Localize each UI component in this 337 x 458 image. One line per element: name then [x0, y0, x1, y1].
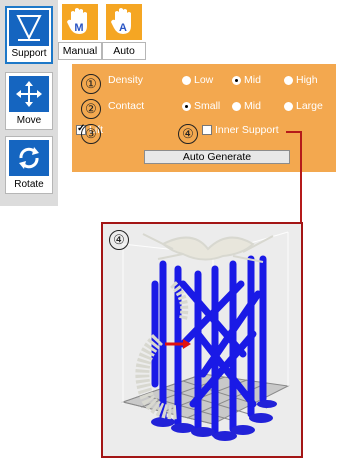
inner-support-label: Inner Support: [215, 124, 279, 136]
manual-mode-button[interactable]: M Manual: [58, 4, 102, 60]
callout-1: ①: [81, 74, 101, 94]
support-model-render: [121, 231, 290, 441]
contact-label: Contact: [108, 100, 145, 112]
support-icon: [9, 10, 49, 46]
svg-text:A: A: [119, 22, 127, 34]
radio-selected-icon: [232, 75, 241, 85]
auto-mode-label: Auto: [102, 42, 146, 60]
manual-mode-label: Manual: [58, 42, 102, 60]
callout-2: ②: [81, 99, 101, 119]
contact-option-small[interactable]: Small: [182, 100, 220, 112]
move-icon: [9, 76, 49, 112]
rotate-tool-label: Rotate: [14, 179, 44, 190]
density-label: Density: [108, 74, 144, 86]
radio-icon: [284, 101, 293, 111]
rotate-tool-button[interactable]: Rotate: [5, 136, 53, 194]
contact-row: Contact Small Mid Large: [72, 96, 336, 118]
hand-m-icon: M: [62, 4, 98, 40]
hand-a-icon: A: [106, 4, 142, 40]
density-row: Density Low Mid High: [72, 70, 336, 92]
svg-text:M: M: [74, 22, 83, 34]
support-tool-button[interactable]: Support: [5, 6, 53, 64]
connector-line: [300, 131, 302, 224]
radio-icon: [284, 75, 293, 85]
move-tool-label: Move: [16, 115, 42, 126]
rotate-icon: [9, 140, 49, 176]
radio-icon: [182, 75, 191, 85]
density-option-mid[interactable]: Mid: [232, 74, 261, 86]
preview-callout-4: ④: [109, 230, 129, 250]
move-tool-button[interactable]: Move: [5, 72, 53, 130]
checkbox-icon: [202, 125, 212, 135]
radio-icon: [232, 101, 241, 111]
radio-selected-icon: [182, 101, 191, 111]
tool-sidebar: Support Move Rotate: [0, 0, 58, 206]
auto-mode-button[interactable]: A Auto: [102, 4, 146, 60]
support-tool-label: Support: [11, 48, 47, 59]
inner-support-preview: ④: [101, 222, 303, 458]
density-option-high[interactable]: High: [284, 74, 318, 86]
callout-4: ④: [178, 124, 198, 144]
callout-3: ③: [81, 124, 101, 144]
auto-generate-button[interactable]: Auto Generate: [144, 150, 290, 164]
inner-support-checkbox[interactable]: Inner Support: [202, 124, 279, 136]
contact-option-mid[interactable]: Mid: [232, 100, 261, 112]
density-option-low[interactable]: Low: [182, 74, 213, 86]
auto-support-panel: Density Low Mid High Contact Small Mid L…: [72, 64, 336, 172]
contact-option-large[interactable]: Large: [284, 100, 323, 112]
